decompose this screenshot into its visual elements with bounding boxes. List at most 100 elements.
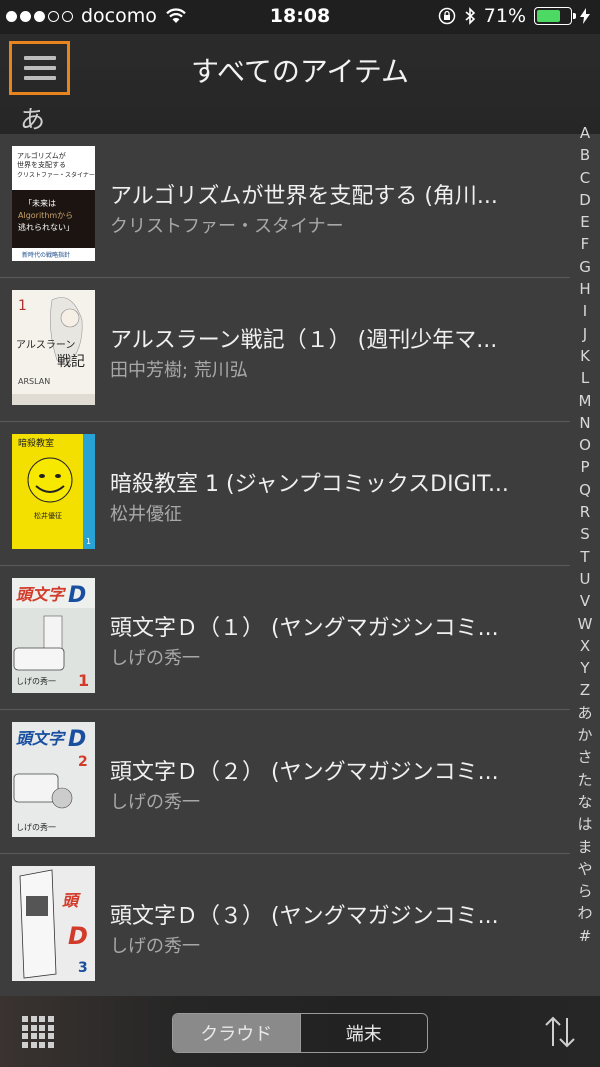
list-item[interactable]: アルゴリズムが 世界を支配する クリストファー・スタイナー 「未来は Algor…	[0, 134, 570, 278]
book-cover: 頭 D 3	[12, 866, 95, 981]
svg-text:世界を支配する: 世界を支配する	[17, 160, 66, 169]
navigation-header: すべてのアイテム あ	[0, 34, 600, 134]
book-cover: 暗殺教室 松井優征 1	[12, 434, 95, 549]
index-letter[interactable]: か	[577, 724, 592, 746]
index-letter[interactable]: V	[580, 590, 590, 612]
index-letter[interactable]: J	[583, 323, 587, 345]
book-cover: 頭文字 D 2 しげの秀一	[12, 722, 95, 837]
index-letter[interactable]: H	[579, 278, 590, 300]
svg-text:戦記: 戦記	[57, 353, 85, 370]
grid-view-icon[interactable]	[22, 1016, 54, 1048]
index-letter[interactable]: A	[580, 122, 590, 144]
index-letter[interactable]: M	[579, 390, 592, 412]
battery-percent: 71%	[483, 5, 526, 27]
svg-text:1: 1	[18, 298, 27, 314]
index-letter[interactable]: さ	[577, 746, 592, 768]
item-author: 松井優征	[110, 504, 182, 525]
svg-text:1: 1	[86, 537, 91, 546]
index-letter[interactable]: N	[579, 412, 590, 434]
section-header: あ	[20, 105, 46, 134]
orientation-lock-icon	[438, 7, 456, 25]
item-title: 暗殺教室 1 (ジャンプコミックスDIGIT...	[110, 472, 509, 497]
index-letter[interactable]: K	[580, 345, 590, 367]
item-author: クリストファー・スタイナー	[110, 216, 344, 237]
index-letter[interactable]: F	[581, 233, 590, 255]
index-letter[interactable]: U	[580, 568, 591, 590]
index-letter[interactable]: G	[579, 256, 591, 278]
index-letter[interactable]: #	[579, 925, 592, 947]
library-segmented-control[interactable]: クラウド 端末	[172, 1013, 428, 1053]
svg-text:しげの秀一: しげの秀一	[16, 822, 56, 832]
index-letter[interactable]: I	[583, 300, 587, 322]
svg-text:頭文字: 頭文字	[16, 585, 67, 604]
list-item[interactable]: 1 アルスラーン 戦記 ARSLAN アルスラーン戦記（１） (週刊少年マ...…	[0, 278, 570, 422]
segment-cloud[interactable]: クラウド	[173, 1014, 300, 1052]
index-letter[interactable]: Q	[579, 479, 591, 501]
item-author: しげの秀一	[110, 936, 200, 957]
index-letter[interactable]: S	[580, 523, 590, 545]
svg-text:「未来は: 「未来は	[24, 198, 56, 208]
svg-text:1: 1	[78, 671, 89, 690]
index-letter[interactable]: た	[577, 769, 592, 791]
svg-text:頭文字: 頭文字	[16, 729, 67, 748]
index-letter[interactable]: あ	[577, 702, 592, 724]
item-author: しげの秀一	[110, 648, 200, 669]
svg-text:Algorithmから: Algorithmから	[18, 211, 73, 220]
index-letter[interactable]: X	[580, 635, 590, 657]
index-letter[interactable]: L	[581, 367, 589, 389]
svg-text:新時代の戦略指針: 新時代の戦略指針	[22, 251, 70, 259]
page-title: すべてのアイテム	[190, 55, 410, 88]
index-letter[interactable]: T	[580, 546, 589, 568]
sort-icon[interactable]	[542, 1014, 578, 1050]
svg-text:逃れられない」: 逃れられない」	[18, 222, 74, 232]
list-item[interactable]: 暗殺教室 松井優征 1 暗殺教室 1 (ジャンプコミックスDIGIT... 松井…	[0, 422, 570, 566]
item-title: 頭文字Ｄ（３） (ヤングマガジンコミ...	[110, 904, 499, 929]
item-author: しげの秀一	[110, 792, 200, 813]
index-letter[interactable]: E	[580, 211, 589, 233]
index-letter[interactable]: ま	[577, 836, 592, 858]
svg-text:アルスラーン: アルスラーン	[16, 339, 75, 351]
item-list[interactable]: アルゴリズムが 世界を支配する クリストファー・スタイナー 「未来は Algor…	[0, 134, 600, 996]
segment-device[interactable]: 端末	[299, 1014, 428, 1052]
list-item[interactable]: 頭 D 3 頭文字Ｄ（３） (ヤングマガジンコミ... しげの秀一	[0, 854, 570, 996]
bluetooth-icon	[465, 7, 475, 25]
list-item[interactable]: 頭文字 D 2 しげの秀一 頭文字Ｄ（２） (ヤングマガジンコミ... しげの秀…	[0, 710, 570, 854]
index-letter[interactable]: ら	[577, 880, 592, 902]
item-title: アルゴリズムが世界を支配する (角川...	[110, 184, 498, 209]
status-bar: docomo 18:08 71%	[0, 0, 600, 34]
index-letter[interactable]: O	[579, 434, 591, 456]
svg-text:アルゴリズムが: アルゴリズムが	[17, 151, 66, 160]
svg-text:2: 2	[78, 754, 88, 770]
svg-text:D: D	[68, 727, 86, 752]
item-title: 頭文字Ｄ（２） (ヤングマガジンコミ...	[110, 760, 499, 785]
battery-icon	[534, 7, 576, 25]
item-title: アルスラーン戦記（１） (週刊少年マ...	[110, 328, 498, 353]
bottom-toolbar: クラウド 端末	[0, 996, 600, 1067]
book-cover: 1 アルスラーン 戦記 ARSLAN	[12, 290, 95, 405]
svg-text:しげの秀一: しげの秀一	[16, 676, 56, 686]
list-item[interactable]: 頭文字 D しげの秀一 1 頭文字Ｄ（１） (ヤングマガジンコミ... しげの秀…	[0, 566, 570, 710]
book-cover: アルゴリズムが 世界を支配する クリストファー・スタイナー 「未来は Algor…	[12, 146, 95, 261]
index-letter[interactable]: D	[579, 189, 591, 211]
index-letter[interactable]: わ	[577, 902, 592, 924]
index-letter[interactable]: な	[577, 791, 592, 813]
index-letter[interactable]: Y	[580, 657, 589, 679]
book-cover: 頭文字 D しげの秀一 1	[12, 578, 95, 693]
svg-text:D: D	[68, 583, 86, 608]
svg-text:ARSLAN: ARSLAN	[18, 377, 50, 386]
section-index[interactable]: A B C D E F G H I J K L M N O P Q R S T U V W X Y Z あかさたなはまやらわ #	[570, 122, 600, 968]
index-letter[interactable]: は	[577, 813, 592, 835]
index-letter[interactable]: R	[580, 501, 590, 523]
item-title: 頭文字Ｄ（１） (ヤングマガジンコミ...	[110, 616, 499, 641]
index-letter[interactable]: P	[580, 456, 589, 478]
svg-text:D: D	[68, 922, 88, 950]
status-right: 71%	[438, 5, 590, 27]
svg-text:3: 3	[78, 960, 88, 976]
svg-text:クリストファー・スタイナー: クリストファー・スタイナー	[17, 171, 95, 179]
index-letter[interactable]: W	[578, 613, 593, 635]
item-author: 田中芳樹; 荒川弘	[110, 360, 248, 381]
index-letter[interactable]: Z	[580, 679, 590, 701]
index-letter[interactable]: B	[580, 144, 590, 166]
index-letter[interactable]: C	[580, 167, 590, 189]
index-letter[interactable]: や	[577, 858, 592, 880]
